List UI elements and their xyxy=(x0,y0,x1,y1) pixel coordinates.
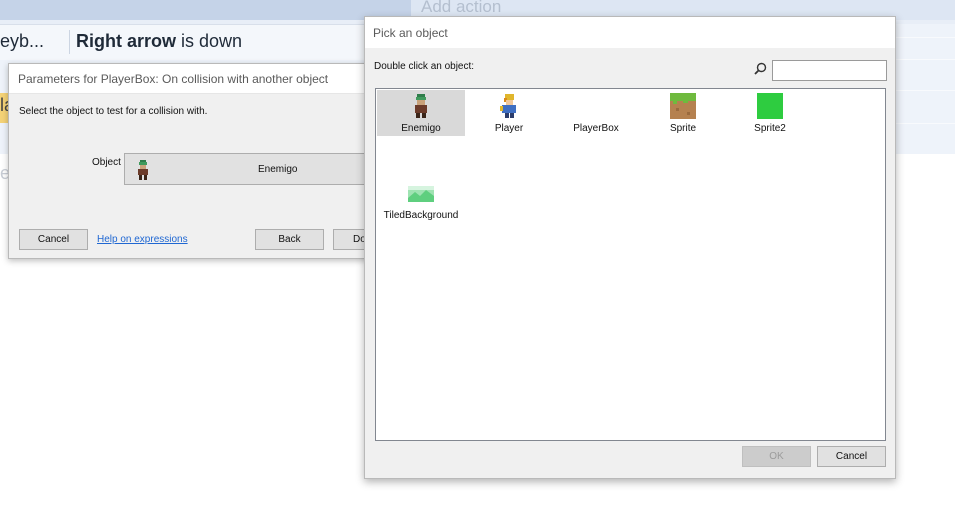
object-list[interactable]: Enemigo Player PlayerBox Sprite Sprite2 … xyxy=(375,88,886,441)
condition-text: Right arrow is down xyxy=(76,31,242,52)
object-search-input[interactable] xyxy=(772,60,887,81)
enemigo-sprite-icon xyxy=(415,94,427,118)
object-item-sprite[interactable]: Sprite xyxy=(639,90,727,136)
object-item-sprite2[interactable]: Sprite2 xyxy=(726,90,814,136)
object-item-label: Player xyxy=(494,123,524,134)
stage: Add action eyb... Right arrow is down la… xyxy=(0,0,955,514)
empty-icon xyxy=(583,93,609,119)
pick-object-hint: Double click an object: xyxy=(374,61,475,72)
tiled-background-icon xyxy=(408,186,434,202)
object-parameter-value: Enemigo xyxy=(258,164,298,175)
object-item-label: PlayerBox xyxy=(573,123,619,134)
green-square-icon xyxy=(757,93,783,119)
parameters-description: Select the object to test for a collisio… xyxy=(19,106,208,117)
condition-keyboard-label: eyb... xyxy=(0,31,45,51)
condition-key-rest: is down xyxy=(176,31,243,51)
condition-key-bold: Right arrow xyxy=(76,31,177,51)
pick-object-titlebar: Pick an object xyxy=(365,17,895,48)
object-parameter-label: Object xyxy=(92,157,121,168)
pick-object-dialog: Pick an object Double click an object: E… xyxy=(364,16,896,479)
parameters-dialog-body: Select the object to test for a collisio… xyxy=(9,94,375,258)
object-item-enemigo[interactable]: Enemigo xyxy=(377,90,465,136)
parameters-dialog: Parameters for PlayerBox: On collision w… xyxy=(8,63,376,259)
search-icon[interactable] xyxy=(754,62,767,75)
parameters-dialog-title: Parameters for PlayerBox: On collision w… xyxy=(18,72,329,86)
player-sprite-icon xyxy=(500,94,516,118)
object-item-label: Sprite xyxy=(669,123,697,134)
parameters-back-button[interactable]: Back xyxy=(255,229,324,250)
pick-cancel-button[interactable]: Cancel xyxy=(817,446,886,467)
object-item-player[interactable]: Player xyxy=(465,90,553,136)
parameters-cancel-button[interactable]: Cancel xyxy=(19,229,88,250)
grass-block-icon xyxy=(670,93,696,119)
object-item-tiledbackground[interactable]: TiledBackground xyxy=(377,177,465,223)
condition-divider xyxy=(69,30,70,54)
object-item-label: Sprite2 xyxy=(754,123,786,134)
pick-object-title: Pick an object xyxy=(373,26,448,40)
object-item-playerbox[interactable]: PlayerBox xyxy=(552,90,640,136)
object-item-label: TiledBackground xyxy=(383,210,459,221)
object-item-label: Enemigo xyxy=(401,123,441,134)
add-action-link[interactable]: Add action xyxy=(421,0,501,17)
help-on-expressions-link[interactable]: Help on expressions xyxy=(97,234,188,245)
enemigo-sprite-icon xyxy=(138,160,148,180)
object-parameter-button[interactable]: Enemigo xyxy=(124,153,375,185)
parameters-dialog-titlebar: Parameters for PlayerBox: On collision w… xyxy=(9,64,375,94)
pick-ok-button[interactable]: OK xyxy=(742,446,811,467)
